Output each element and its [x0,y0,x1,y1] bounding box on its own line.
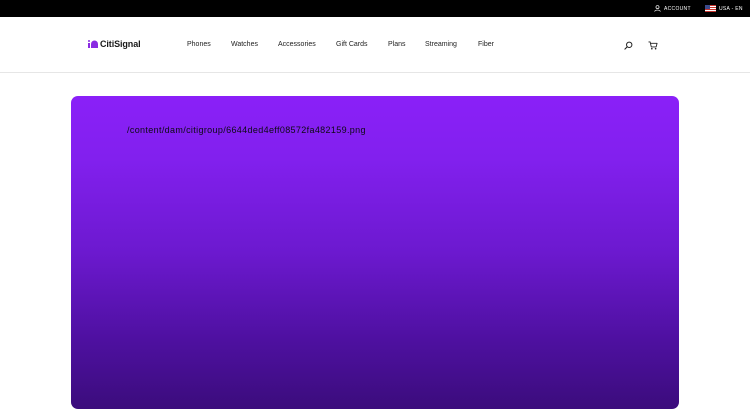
nav-accessories[interactable]: Accessories [278,39,316,51]
us-flag-icon [705,5,716,12]
hero-image-path: /content/dam/citigroup/6644ded4eff08572f… [127,125,366,135]
cart-button[interactable] [647,39,659,51]
hero-banner: /content/dam/citigroup/6644ded4eff08572f… [71,96,679,409]
user-icon [654,5,661,12]
nav-plans[interactable]: Plans [388,39,406,51]
cart-icon [648,40,658,50]
search-button[interactable] [622,39,634,51]
locale-label: USA - EN [719,5,743,12]
search-icon [623,41,632,50]
account-link[interactable]: ACCOUNT [654,0,691,17]
locale-selector[interactable]: USA - EN [705,0,743,17]
nav-fiber[interactable]: Fiber [478,39,494,51]
main-header: CitiSignal Phones Watches Accessories Gi… [0,17,750,73]
account-label: ACCOUNT [664,5,691,12]
main-nav: Phones Watches Accessories Gift Cards Pl… [0,39,750,51]
nav-watches[interactable]: Watches [231,39,258,51]
nav-streaming[interactable]: Streaming [425,39,457,51]
top-utility-bar: ACCOUNT USA - EN [0,0,750,17]
nav-phones[interactable]: Phones [187,39,211,51]
nav-gift-cards[interactable]: Gift Cards [336,39,368,51]
